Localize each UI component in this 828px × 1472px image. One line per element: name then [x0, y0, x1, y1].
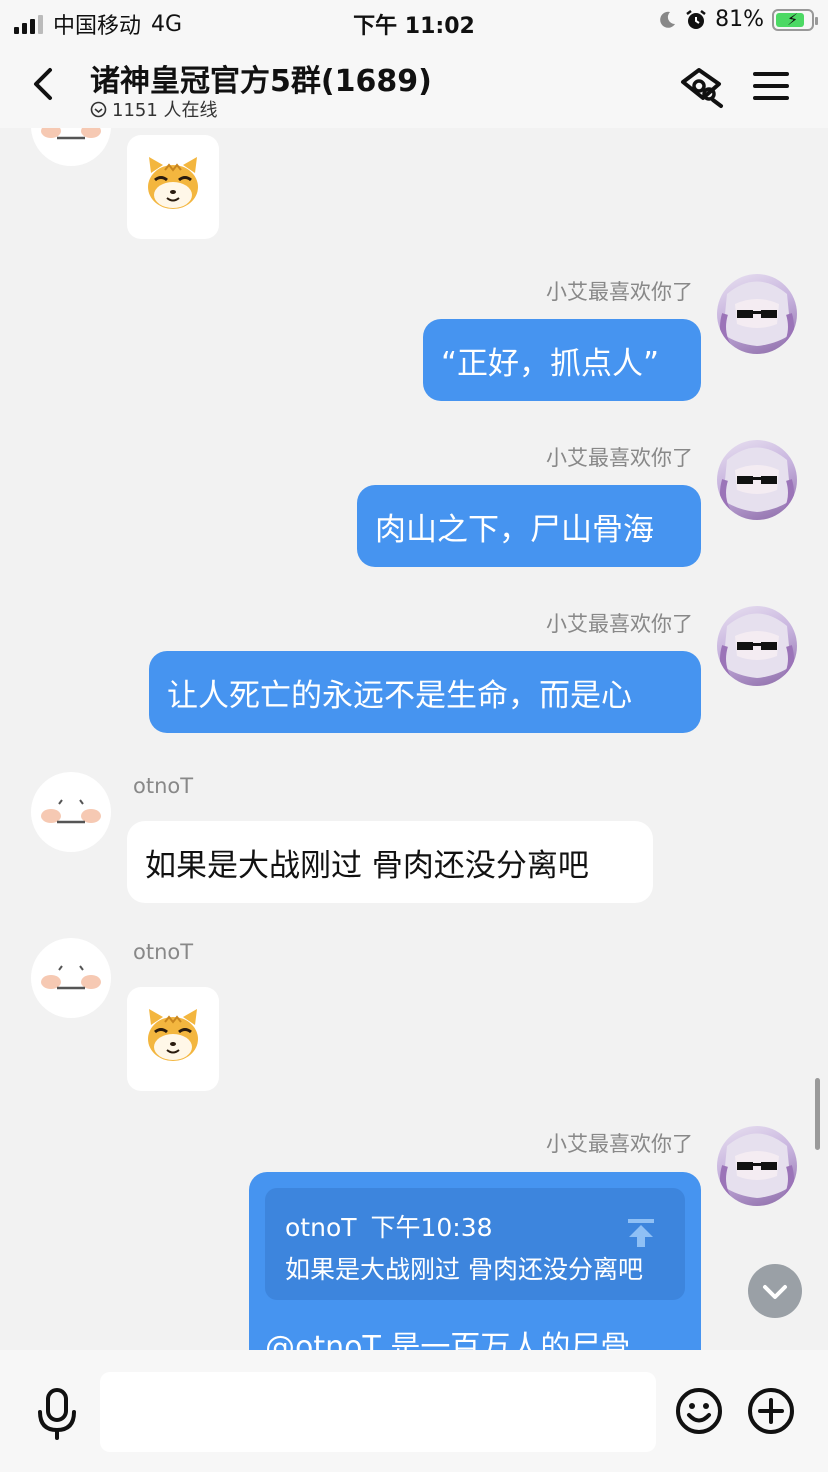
- anime-avatar-icon: [720, 1133, 794, 1204]
- sender-name: 小艾最喜欢你了: [546, 1132, 693, 1156]
- sticker-message[interactable]: [127, 987, 219, 1091]
- menu-icon[interactable]: [747, 62, 795, 110]
- alarm-icon: [686, 9, 706, 29]
- scroll-to-bottom-button[interactable]: [748, 1264, 802, 1318]
- avatar-self[interactable]: [717, 606, 797, 686]
- sender-name: otnoT: [133, 774, 194, 798]
- input-bar: [0, 1350, 828, 1472]
- charging-bolt-icon: ⚡: [787, 9, 799, 29]
- online-count[interactable]: 1151 人在线: [90, 96, 218, 122]
- quote-author: otnoT: [285, 1213, 357, 1242]
- plus-icon[interactable]: [746, 1386, 796, 1436]
- sender-name: otnoT: [133, 940, 194, 964]
- online-count-text: 1151 人在线: [112, 100, 218, 121]
- battery-percent: 81%: [715, 7, 764, 32]
- reply-message-bubble[interactable]: otnoT 下午10:38 如果是大战刚过 骨肉还没分离吧 @otnoT 是一百…: [249, 1172, 701, 1350]
- avatar-self[interactable]: [717, 440, 797, 520]
- quote-header: otnoT 下午10:38: [285, 1208, 493, 1244]
- emoji-icon[interactable]: [674, 1386, 724, 1436]
- avatar-self[interactable]: [717, 274, 797, 354]
- reply-text: @otnoT 是一百万人的尸骨: [265, 1330, 631, 1350]
- back-icon[interactable]: [28, 64, 58, 104]
- quote-text: 如果是大战刚过 骨肉还没分离吧: [285, 1255, 643, 1284]
- message-list[interactable]: 小艾最喜欢你了 “正好，抓点人” 小艾最喜欢你了 肉山之下，尸山骨海 小艾最喜欢…: [0, 0, 828, 1350]
- anime-avatar-icon: [720, 281, 794, 352]
- sticker-message[interactable]: [127, 135, 219, 239]
- blush-face-avatar-icon: [41, 799, 101, 824]
- message-bubble[interactable]: 让人死亡的永远不是生命，而是心: [149, 651, 701, 733]
- cat-sticker-icon: [148, 157, 198, 209]
- message-bubble[interactable]: “正好，抓点人”: [423, 319, 701, 401]
- anime-avatar-icon: [720, 447, 794, 518]
- sender-name: 小艾最喜欢你了: [546, 446, 693, 470]
- chat-header: 诸神皇冠官方5群(1689) 1151 人在线: [0, 44, 828, 128]
- message-bubble[interactable]: 肉山之下，尸山骨海: [357, 485, 701, 567]
- cat-sticker-icon: [148, 1009, 198, 1061]
- anime-avatar-icon: [720, 613, 794, 684]
- avatar-otnot[interactable]: [31, 938, 111, 1018]
- jump-to-original-icon[interactable]: [627, 1218, 655, 1248]
- battery-icon: ⚡: [772, 8, 818, 31]
- quoted-message[interactable]: otnoT 下午10:38 如果是大战刚过 骨肉还没分离吧: [265, 1188, 685, 1300]
- moon-icon: [660, 11, 676, 28]
- avatar-otnot[interactable]: [31, 772, 111, 852]
- sender-name: 小艾最喜欢你了: [546, 280, 693, 304]
- sender-name: 小艾最喜欢你了: [546, 612, 693, 636]
- chevron-down-icon: [763, 1285, 787, 1299]
- microphone-icon[interactable]: [32, 1386, 82, 1442]
- scrollbar[interactable]: [815, 1078, 820, 1150]
- quote-time: 下午10:38: [370, 1213, 493, 1242]
- anonymous-mask-icon[interactable]: [677, 62, 725, 110]
- status-bar: 中国移动 4G 下午 11:02 81% ⚡: [0, 0, 828, 44]
- message-input[interactable]: [100, 1372, 656, 1452]
- online-clock-icon: [90, 101, 107, 117]
- group-title[interactable]: 诸神皇冠官方5群(1689): [90, 56, 432, 100]
- avatar-self[interactable]: [717, 1126, 797, 1206]
- blush-face-avatar-icon: [41, 965, 101, 990]
- message-bubble[interactable]: 如果是大战刚过 骨肉还没分离吧: [127, 821, 653, 903]
